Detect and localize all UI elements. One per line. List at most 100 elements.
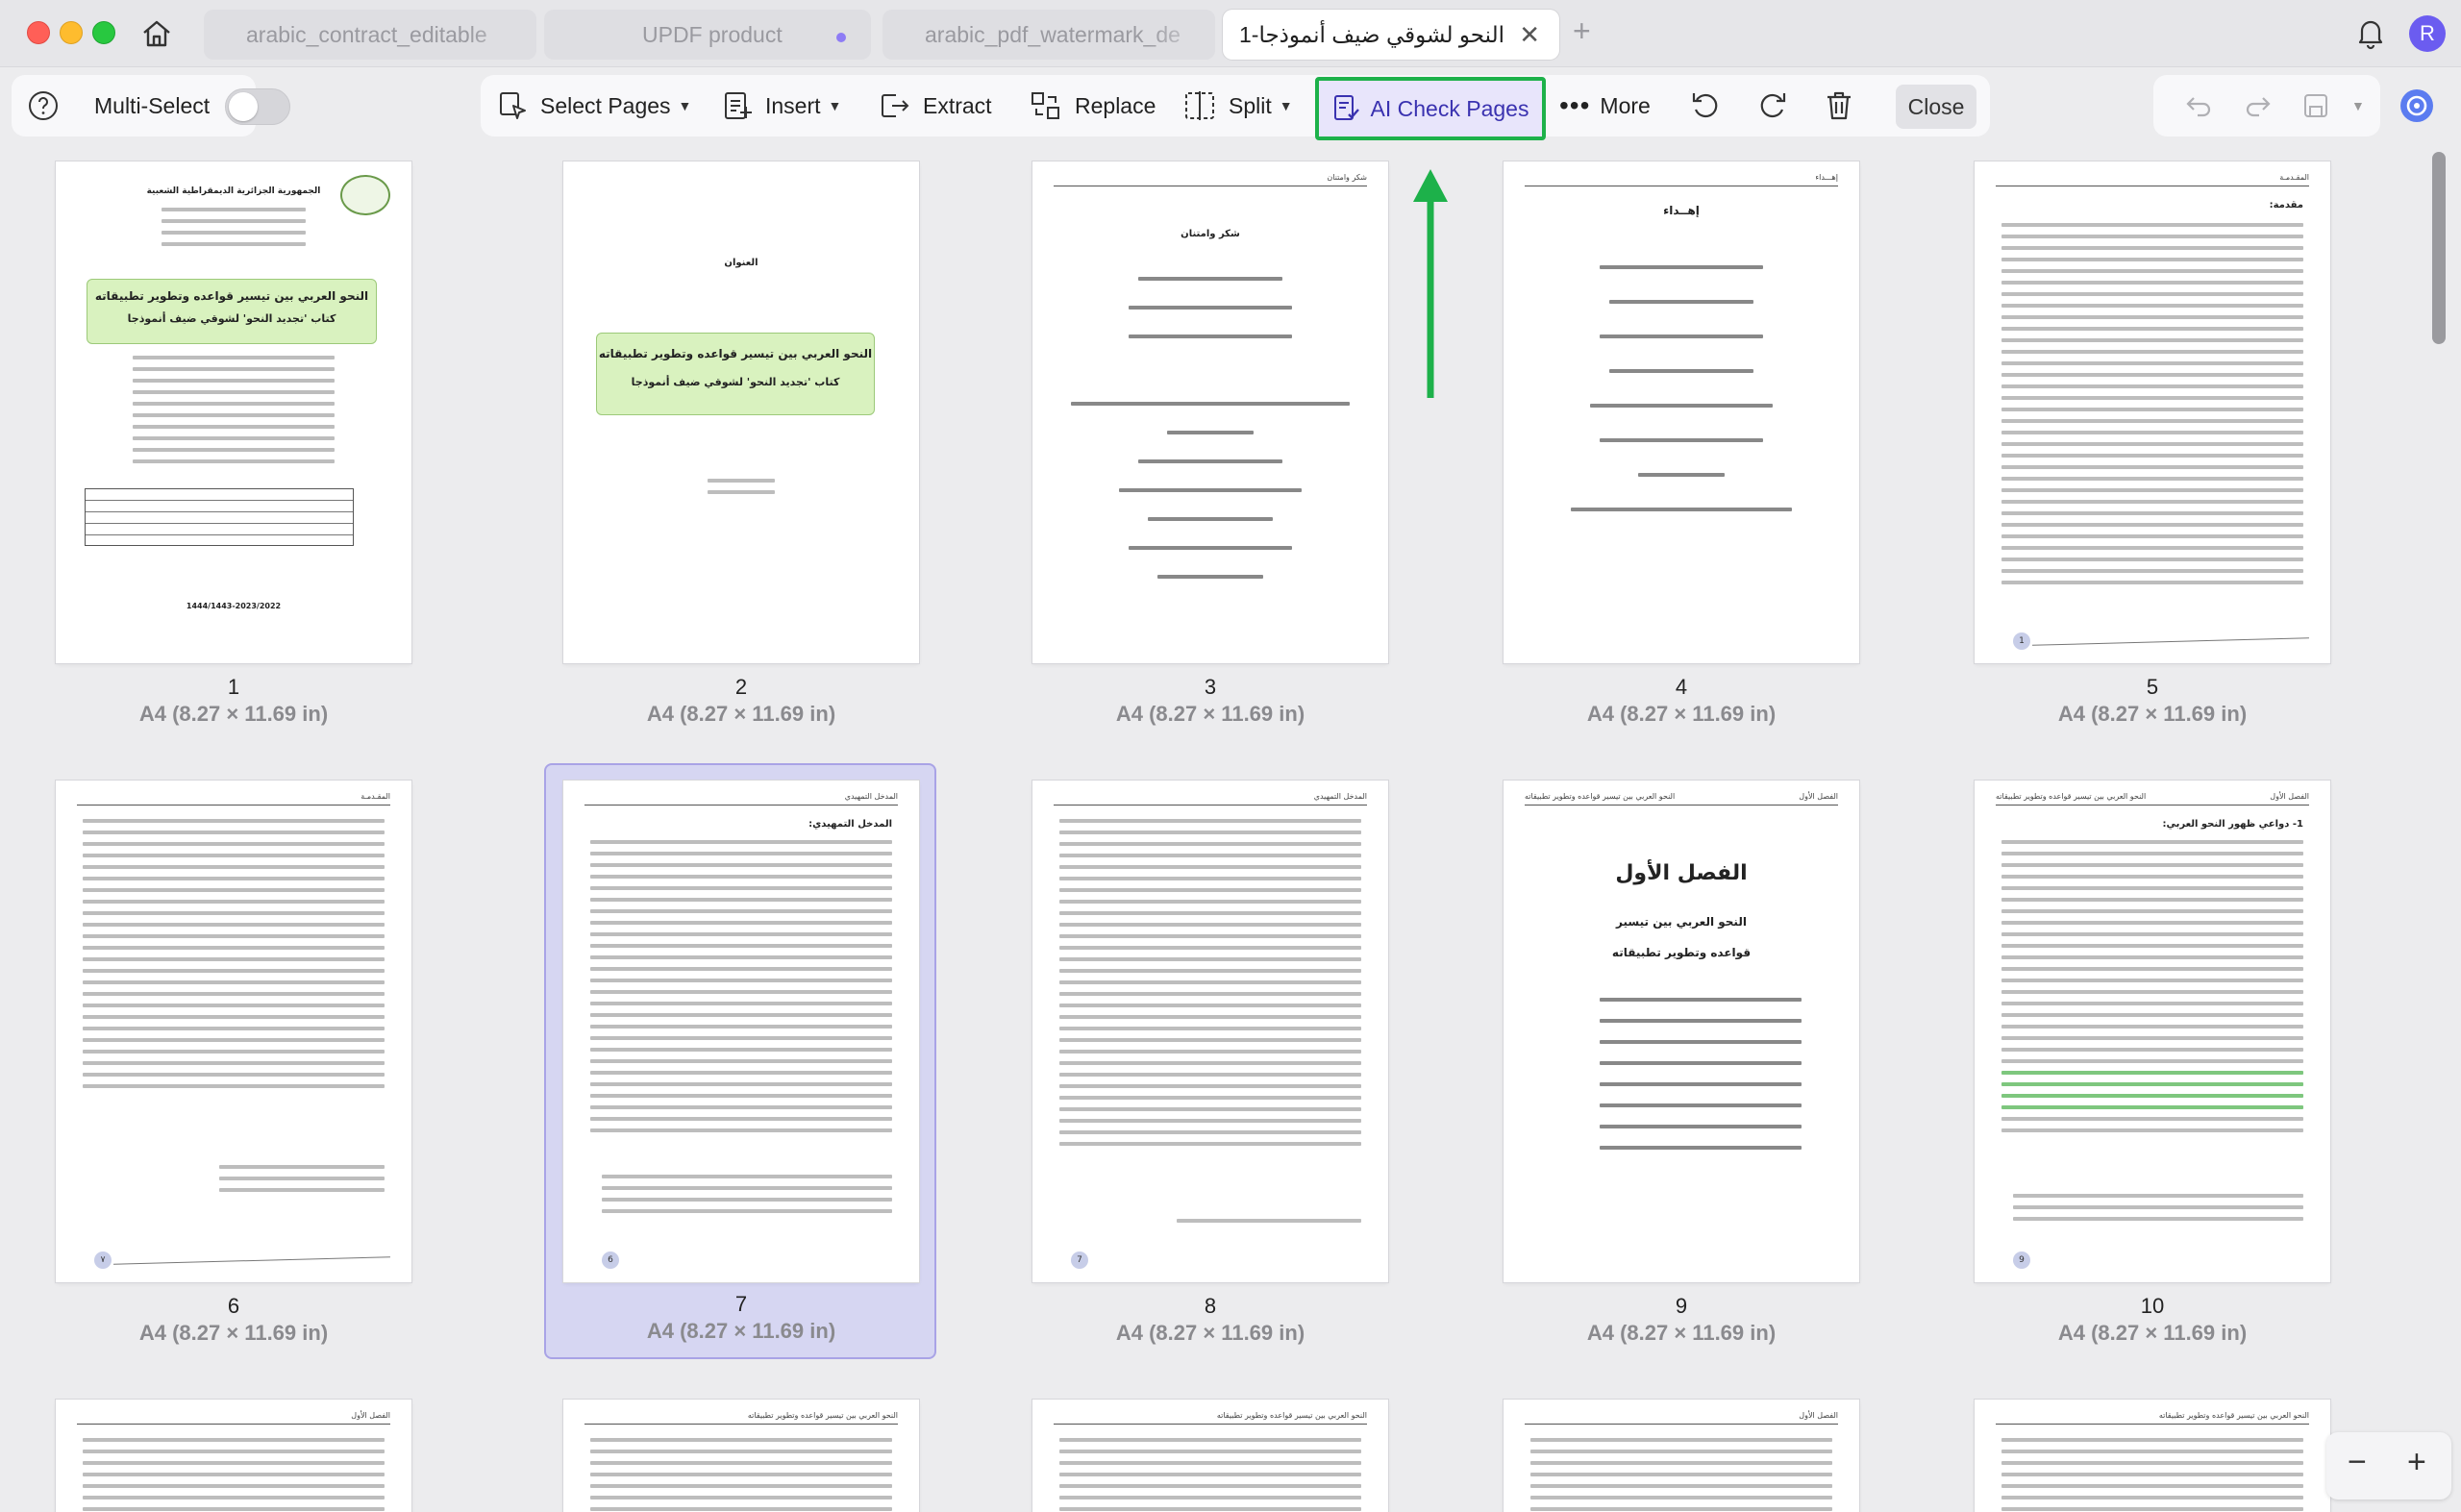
page-number: 1 [227, 675, 240, 699]
page-header-text: النحو العربي بين تيسير قواعده وتطوير تطب… [1216, 1411, 1367, 1420]
undo-icon [2186, 97, 2211, 117]
redo-button[interactable] [2242, 75, 2286, 136]
tab-label: arabic_pdf_watermark_de [925, 21, 1181, 47]
help-icon[interactable] [27, 75, 71, 136]
page-footer-number: 7 [1071, 1252, 1088, 1269]
extract-label: Extract [923, 92, 992, 118]
save-button[interactable]: ▼ [2299, 75, 2365, 136]
page-thumbnail-3[interactable]: شكر وامتنان شكر وامتنان 3 A4 (8.27 × 11.… [996, 144, 1392, 748]
page-thumbnail-4[interactable]: إهـــداء إهــداء 4 A4 (8.27 × 11.69 in) [1467, 144, 1863, 748]
replace-label: Replace [1075, 92, 1156, 118]
save-icon [2304, 94, 2327, 117]
history-group: ▼ [2153, 75, 2380, 136]
redo-icon [2246, 97, 2271, 117]
page-thumbnail-14[interactable]: الفصل الأول [1467, 1382, 1863, 1512]
page-header-text: شكر وامتنان [1327, 173, 1367, 182]
page-number: 9 [1675, 1294, 1688, 1318]
page-heading: مقدمة: [2269, 200, 2303, 211]
page-footer-number: 6 [602, 1252, 619, 1269]
rotate-right-button[interactable] [1755, 75, 1802, 136]
chevron-down-icon: ▼ [1279, 98, 1293, 113]
insert-label: Insert [765, 92, 821, 118]
page-number: 4 [1675, 675, 1688, 699]
page-header-text: النحو العربي بين تيسير قواعده وتطوير تطب… [1996, 792, 2147, 801]
tab-arabic-pdf-watermark[interactable]: arabic_pdf_watermark_de [882, 10, 1215, 60]
undo-button[interactable] [2182, 75, 2226, 136]
zoom-out-button[interactable]: − [2348, 1444, 2367, 1481]
ai-check-pages-button[interactable]: AI Check Pages [1315, 77, 1546, 140]
page-thumbnail-11[interactable]: الفصل الأول [56, 1382, 452, 1512]
zoom-in-button[interactable]: + [2407, 1444, 2426, 1481]
page-thumbnail-9[interactable]: الفصل الأول النحو العربي بين تيسير قواعده… [1467, 763, 1863, 1367]
page-size: A4 (8.27 × 11.69 in) [646, 1319, 836, 1343]
split-label: Split [1229, 92, 1272, 118]
multi-select-toggle[interactable] [225, 88, 290, 125]
ai-assistant-button[interactable] [2398, 75, 2448, 136]
page-header-text: الفصل الأول [1799, 792, 1838, 801]
tab-updf-product[interactable]: UPDF product [544, 10, 871, 60]
extract-button[interactable]: Extract [877, 75, 992, 136]
rotate-left-button[interactable] [1688, 75, 1734, 136]
vertical-scrollbar[interactable] [2432, 152, 2446, 344]
page-heading: إهــداء [1663, 204, 1700, 217]
tab-active-document[interactable]: النحو لشوقي ضيف أنموذجا-1 ✕ [1223, 10, 1559, 60]
page-thumbnail-2[interactable]: العنوان النحو العربي بين تيسير قواعده وت… [527, 144, 923, 748]
close-button[interactable]: Close [1896, 85, 1976, 129]
page-thumbnail-13[interactable]: النحو العربي بين تيسير قواعده وتطوير تطب… [996, 1382, 1392, 1512]
page-size: A4 (8.27 × 11.69 in) [646, 702, 836, 726]
page-heading: العنوان [724, 258, 758, 268]
page-size: A4 (8.27 × 11.69 in) [1586, 1321, 1777, 1345]
page-header-text: المدخل التمهيدي [844, 792, 898, 801]
home-icon[interactable] [138, 15, 175, 52]
rotate-right-icon [1760, 93, 1786, 118]
page-thumbnail-6[interactable]: المقـدمـة ٧ 6 A4 (8.27 × 11.69 in) [56, 763, 452, 1367]
bell-icon[interactable] [2351, 13, 2390, 52]
rotate-left-icon [1692, 93, 1718, 118]
multi-select-label: Multi-Select [94, 92, 211, 118]
page-thumbnail-10[interactable]: الفصل الأول النحو العربي بين تيسير قواعده… [1938, 763, 2334, 1367]
page-thumbnail-12[interactable]: النحو العربي بين تيسير قواعده وتطوير تطب… [527, 1382, 923, 1512]
delete-button[interactable] [1823, 75, 1867, 136]
page-title: النحو العربي بين تيسير قواعده وتطوير تطب… [598, 347, 873, 360]
avatar[interactable]: R [2409, 15, 2446, 52]
page-header-text: النحو العربي بين تيسير قواعده وتطوير تطب… [2158, 1411, 2309, 1420]
tab-arabic-contract[interactable]: arabic_contract_editable [204, 10, 536, 60]
page-header-text: النحو العربي بين تيسير قواعده وتطوير تطب… [747, 1411, 898, 1420]
page-header-text: الجمهورية الجزائرية الديمقراطية الشعبية [146, 186, 321, 196]
page-subtitle: كتاب 'تجديد النحو' لشوقي ضيف أنموذجا [631, 376, 840, 388]
page-subtitle: كتاب 'تجديد النحو' لشوقي ضيف أنموذجا [127, 312, 336, 325]
window-minimize-button[interactable] [60, 21, 83, 44]
page-thumbnail-5[interactable]: المقـدمـة مقدمة: 1 5 A4 (8.27 × 11.69 in… [1938, 144, 2334, 748]
page-tools-group: Select Pages ▼ Insert ▼ Extract Replace Sp… [481, 75, 1990, 136]
page-subheading: النحو العربي بين تيسير [1616, 915, 1747, 929]
page-header-text: إهـــداء [1815, 173, 1838, 182]
page-thumbnail-15[interactable]: النحو العربي بين تيسير قواعده وتطوير تطب… [1938, 1382, 2334, 1512]
page-size: A4 (8.27 × 11.69 in) [2057, 702, 2248, 726]
page-header-text: المدخل التمهيدي [1313, 792, 1367, 801]
close-icon[interactable]: ✕ [1519, 20, 1540, 50]
select-pages-icon [500, 92, 526, 119]
new-tab-plus-icon[interactable]: + [1573, 13, 1591, 49]
page-header-text: النحو العربي بين تيسير قواعده وتطوير تطب… [1525, 792, 1676, 801]
page-thumbnail-7[interactable]: المدخل التمهيدي المدخل التمهيدي: 6 7 A4 … [544, 763, 936, 1359]
tab-label: UPDF product [642, 21, 783, 47]
committee-table [85, 488, 354, 546]
page-thumbnail-1[interactable]: الجمهورية الجزائرية الديمقراطية الشعبية … [56, 144, 452, 748]
more-dots-icon: ••• [1559, 90, 1591, 120]
select-pages-button[interactable]: Select Pages ▼ [496, 75, 691, 136]
toolbar: Multi-Select Select Pages ▼ Insert ▼ Extra… [0, 67, 2461, 144]
window-zoom-button[interactable] [92, 21, 115, 44]
chevron-down-icon[interactable]: ▼ [2351, 98, 2365, 113]
split-button[interactable]: Split ▼ [1182, 75, 1293, 136]
page-title: النحو العربي بين تيسير قواعده وتطوير تطب… [94, 289, 369, 303]
more-button[interactable]: ••• More [1559, 75, 1651, 136]
page-thumbnail-8[interactable]: المدخل التمهيدي 7 8 A4 (8.27 × 11.69 in) [996, 763, 1392, 1367]
insert-button[interactable]: Insert ▼ [721, 75, 841, 136]
page-header-text: الفصل الأول [1799, 1411, 1838, 1420]
chevron-down-icon: ▼ [828, 98, 842, 113]
page-number: 6 [227, 1294, 240, 1318]
ai-assistant-icon [2400, 89, 2433, 122]
page-footer-number: 9 [2013, 1252, 2030, 1269]
window-close-button[interactable] [27, 21, 50, 44]
replace-button[interactable]: Replace [1029, 75, 1156, 136]
